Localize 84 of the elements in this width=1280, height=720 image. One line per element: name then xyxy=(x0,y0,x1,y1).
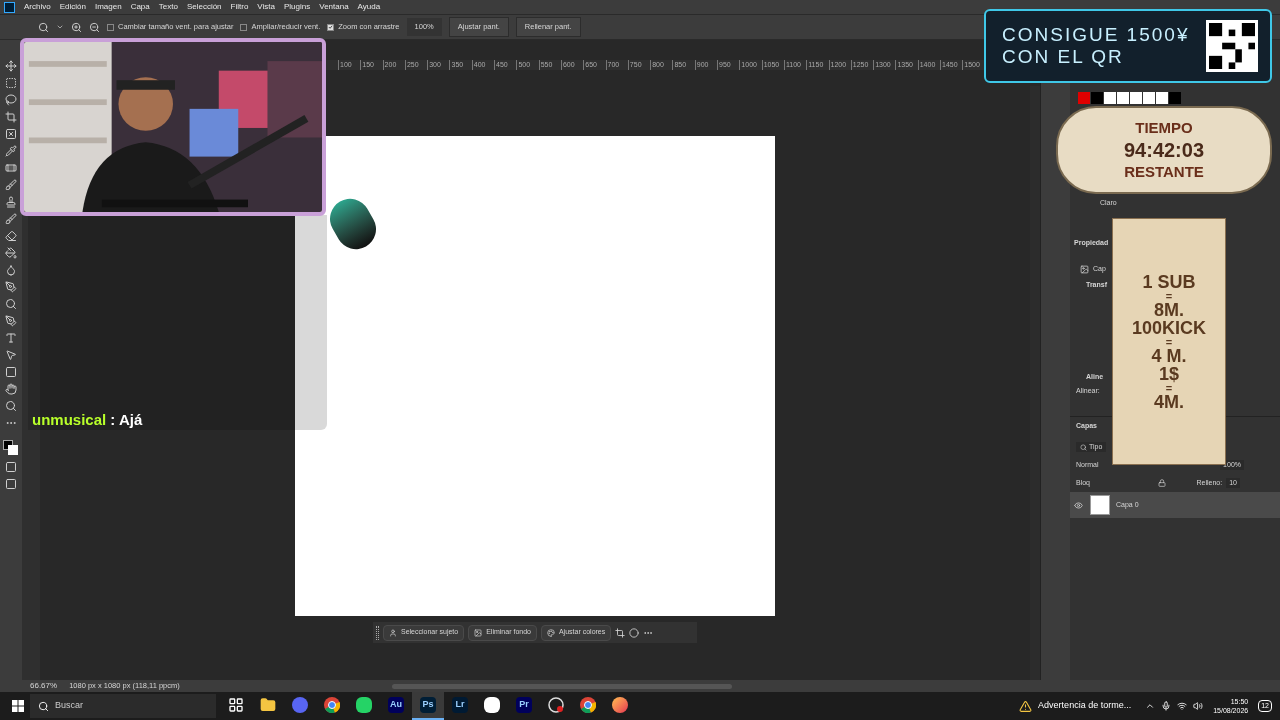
menu-item[interactable]: Vista xyxy=(257,1,275,13)
rate-text: = xyxy=(1165,290,1173,301)
app-icon: Lr xyxy=(452,697,468,713)
menu-item[interactable]: Selección xyxy=(186,1,222,13)
zoom-out-icon[interactable] xyxy=(89,21,100,33)
menu-item[interactable]: Texto xyxy=(158,1,178,13)
app-icon: Au xyxy=(388,697,404,713)
checkbox[interactable] xyxy=(240,23,248,31)
menu-item[interactable]: Plugins xyxy=(284,1,311,13)
rate-text: = xyxy=(1165,382,1173,393)
drag-handle-icon[interactable] xyxy=(376,625,379,640)
rate-text: 4 M. xyxy=(1151,346,1187,365)
app-icon: Ps xyxy=(420,697,436,713)
taskbar-app[interactable]: Au xyxy=(380,692,412,720)
eye-icon[interactable] xyxy=(1074,500,1083,510)
chat-message: unmusical : Ajá xyxy=(32,410,143,430)
rate-text: 4M. xyxy=(1154,392,1184,411)
color-swatch[interactable] xyxy=(1104,92,1116,104)
promo-text: CONSIGUE 1500¥ xyxy=(1002,24,1190,46)
menu-item[interactable]: Edición xyxy=(59,1,86,13)
timer-subtitle: RESTANTE xyxy=(1124,162,1204,182)
transform-icon[interactable] xyxy=(615,627,626,638)
palette-icon xyxy=(546,628,555,637)
color-swatch[interactable] xyxy=(1091,92,1103,104)
recording-icon xyxy=(548,697,564,713)
wifi-icon[interactable] xyxy=(1177,701,1188,711)
paint-bucket-icon[interactable] xyxy=(2,245,20,261)
warning-icon xyxy=(1019,699,1033,713)
taskbar-search-field[interactable]: Buscar xyxy=(30,694,216,718)
adjust-icon[interactable] xyxy=(629,627,640,638)
chevron-icon[interactable] xyxy=(56,23,64,31)
menu-item[interactable]: Imagen xyxy=(94,1,122,13)
color-swatch[interactable] xyxy=(1130,92,1142,104)
folder-icon xyxy=(260,697,276,713)
chrome-icon xyxy=(324,697,340,713)
color-swatch[interactable] xyxy=(1143,92,1155,104)
start-icon[interactable] xyxy=(12,700,24,712)
image-icon xyxy=(1080,264,1089,274)
image-icon xyxy=(474,628,483,637)
zoom-in-icon[interactable] xyxy=(71,21,82,33)
menu-item[interactable]: Archivo xyxy=(24,1,51,13)
person-icon xyxy=(389,628,397,637)
color-swatch[interactable] xyxy=(1078,92,1090,104)
task-view-icon xyxy=(228,697,244,713)
timer-value: 94:42:03 xyxy=(1123,137,1205,163)
weather-text[interactable]: Advertencia de torme... xyxy=(1038,699,1132,713)
zoom-level: 66.67% xyxy=(30,680,58,692)
hand-icon[interactable] xyxy=(2,381,20,397)
taskbar-app[interactable]: Pr xyxy=(508,692,540,720)
menu-item[interactable]: Ayuda xyxy=(357,1,381,13)
color-swatch[interactable] xyxy=(1117,92,1129,104)
eraser-icon[interactable] xyxy=(2,228,20,244)
lasso-icon[interactable] xyxy=(2,92,20,108)
rate-text: 8M. xyxy=(1154,300,1184,319)
menu-item[interactable]: Capa xyxy=(130,1,150,13)
color-swatches-icon[interactable] xyxy=(2,438,20,458)
menu-item[interactable]: Filtro xyxy=(230,1,249,13)
mic-icon[interactable] xyxy=(1161,701,1172,711)
search-icon xyxy=(38,700,49,712)
chevron-up-icon[interactable] xyxy=(1145,701,1156,711)
search-icon xyxy=(1080,443,1087,451)
search-icon[interactable] xyxy=(38,21,49,33)
timer-title: TIEMPO xyxy=(1135,118,1193,138)
rate-text: 1$ xyxy=(1159,364,1179,383)
brush-icon[interactable] xyxy=(2,211,20,227)
rate-text: 1 SUB xyxy=(1142,272,1196,291)
app-logo xyxy=(4,1,15,13)
checkbox[interactable] xyxy=(107,23,114,31)
layer-thumbnail xyxy=(1090,495,1110,515)
brush-icon[interactable] xyxy=(2,177,20,193)
lock-icon[interactable] xyxy=(1158,479,1166,487)
menu-item[interactable]: Ventana xyxy=(319,1,349,13)
promo-text: CON EL QR xyxy=(1002,46,1125,68)
rate-text: = xyxy=(1165,336,1173,347)
color-swatch[interactable] xyxy=(1156,92,1168,104)
volume-icon[interactable] xyxy=(1193,701,1204,711)
taskbar-app[interactable]: Lr xyxy=(444,692,476,720)
taskbar-app[interactable]: Ps xyxy=(412,692,444,720)
checkbox[interactable] xyxy=(327,23,335,31)
chrome-icon xyxy=(580,697,596,713)
qr-code-icon xyxy=(1206,20,1258,72)
rate-text: 100KICK xyxy=(1132,318,1206,337)
color-swatch[interactable] xyxy=(1169,92,1181,104)
app-icon: Pr xyxy=(516,697,532,713)
